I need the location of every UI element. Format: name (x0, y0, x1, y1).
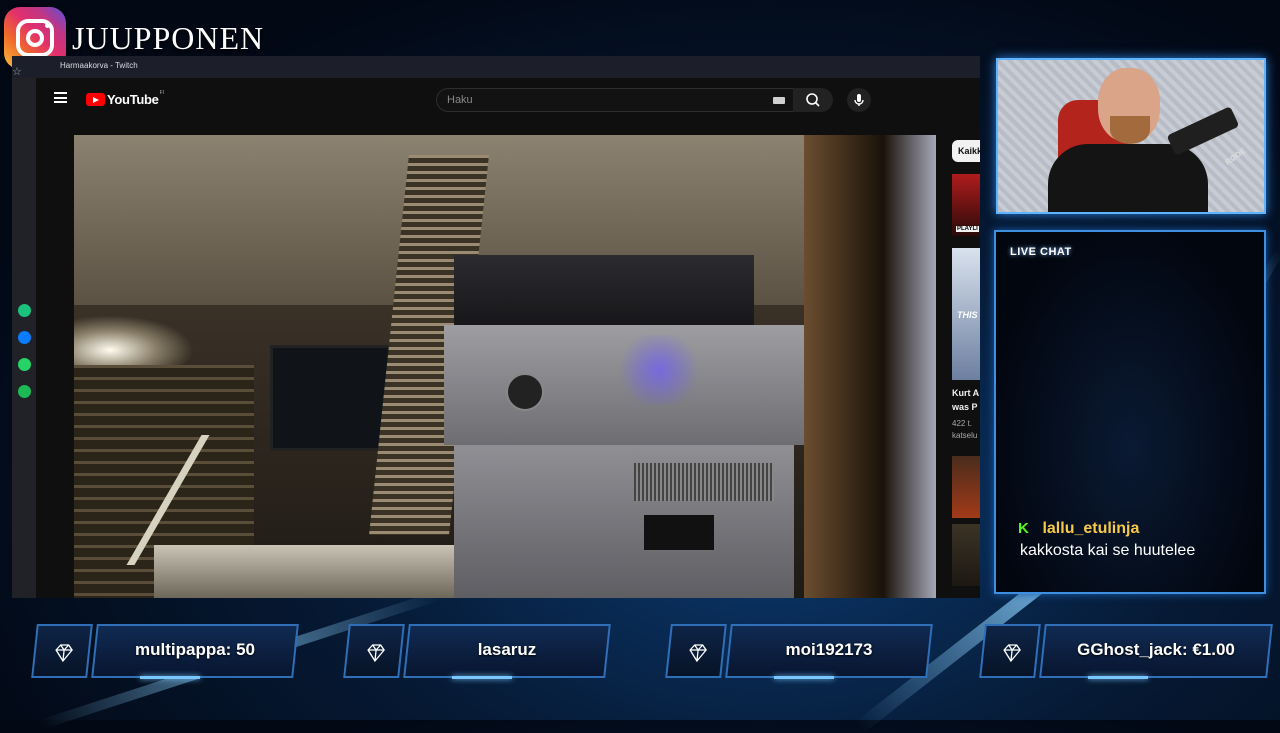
kick-badge-icon: K (1018, 520, 1029, 537)
messenger-icon[interactable] (18, 331, 31, 344)
spotify-icon[interactable] (18, 385, 31, 398)
alert-underline (774, 676, 834, 679)
diamond-icon (1003, 644, 1021, 663)
related-thumbnail[interactable] (952, 524, 980, 586)
browser-title-bar: ☆ Harmaakorva - Twitch (12, 56, 980, 78)
chat-message: K lallu_etulinja (1018, 520, 1139, 538)
search-placeholder: Haku (447, 94, 473, 106)
related-thumbnail[interactable]: THIS (952, 248, 980, 380)
youtube-wordmark: YouTube (107, 92, 159, 107)
related-title[interactable]: was P (952, 400, 978, 414)
search-button[interactable] (793, 88, 833, 112)
search-icon (806, 93, 820, 107)
alert-icon-box (979, 624, 1041, 678)
diamond-icon (55, 644, 73, 663)
alert-underline (452, 676, 512, 679)
alert-icon-box (665, 624, 727, 678)
alert-bar: moi192173 (665, 624, 933, 680)
keyboard-icon[interactable] (773, 97, 785, 104)
alert-icon-box (31, 624, 93, 678)
diamond-icon (367, 644, 385, 663)
related-videos: Kaikk PLAYLI THIS Kurt A was P 422 t. ka… (950, 136, 982, 598)
related-age: katselu (952, 431, 978, 440)
related-views: 422 t. (952, 419, 973, 428)
alert-label: moi192173 (785, 640, 873, 659)
window-title: Harmaakorva - Twitch (60, 61, 138, 70)
alert-label: GGhost_jack: €1.00 (1077, 640, 1235, 659)
alert-label: multipappa: 50 (135, 640, 255, 659)
chatgpt-icon[interactable] (18, 304, 31, 317)
related-thumbnail[interactable] (952, 456, 980, 518)
region-code: FI (159, 89, 165, 96)
chat-message-text: kakkosta kai se huutelee (1020, 542, 1196, 559)
live-chat-title: LIVE CHAT (1010, 246, 1072, 258)
bookmark-star-icon[interactable]: ☆ (12, 65, 22, 78)
alert-label: lasaruz (477, 640, 537, 659)
related-title[interactable]: Kurt A (952, 386, 979, 400)
live-chat-panel: LIVE CHAT K lallu_etulinja kakkosta kai … (994, 230, 1266, 594)
diamond-icon (689, 644, 707, 663)
alert-underline (140, 676, 200, 679)
alert-bar: lasaruz (343, 624, 611, 680)
chat-username: lallu_etulinja (1042, 520, 1140, 537)
voice-search-button[interactable] (847, 88, 871, 112)
filter-chip-all[interactable]: Kaikk (952, 140, 982, 162)
youtube-play-icon (86, 93, 105, 106)
webcam-feed: RØDE (996, 58, 1266, 214)
browser-side-rail (12, 78, 36, 598)
thumbnail-text: THIS (957, 310, 978, 320)
streamer-name: JUUPPONEN (72, 19, 265, 56)
alert-bar: GGhost_jack: €1.00 (979, 624, 1273, 680)
youtube-logo[interactable]: YouTube FI (86, 89, 165, 107)
menu-icon[interactable] (54, 92, 67, 103)
youtube-header: YouTube FI Haku (36, 78, 980, 122)
video-player[interactable] (74, 135, 936, 598)
related-thumbnail[interactable]: PLAYLI (952, 174, 980, 236)
microphone-icon (854, 94, 864, 106)
alert-bar: multipappa: 50 (31, 624, 299, 680)
alert-icon-box (343, 624, 405, 678)
browser-window: ☆ Harmaakorva - Twitch YouTube FI Haku K… (12, 56, 982, 598)
alert-underline (1088, 676, 1148, 679)
playlist-label: PLAYLI (956, 226, 979, 232)
whatsapp-icon[interactable] (18, 358, 31, 371)
search-input[interactable]: Haku (436, 88, 794, 112)
